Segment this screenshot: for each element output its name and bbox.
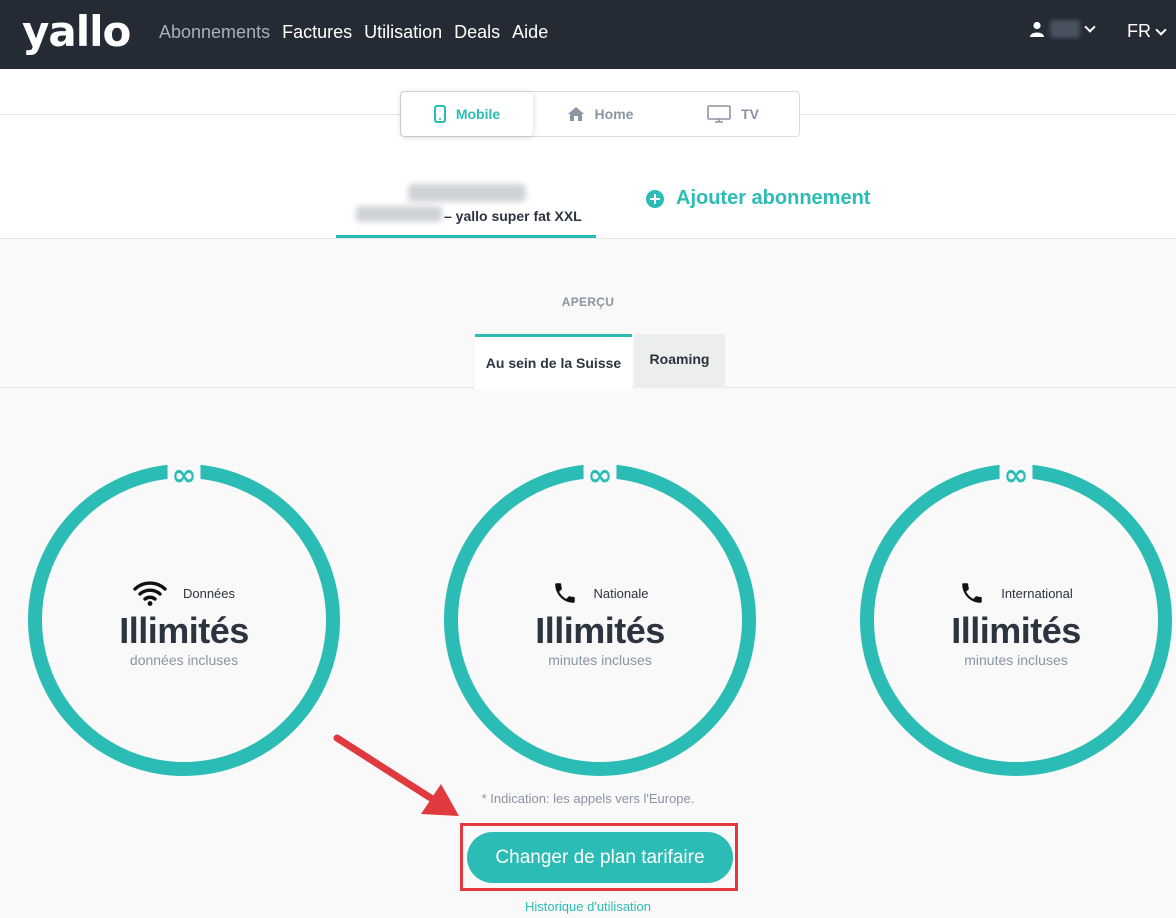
infinity-icon: ∞ — [167, 461, 201, 491]
tab-label: Mobile — [455, 106, 501, 122]
national-gauge: ∞ Nationale Illimités minutes incluses — [444, 461, 756, 776]
gauge-value: Illimités — [535, 610, 665, 651]
tab-mobile[interactable]: Mobile — [401, 92, 533, 136]
add-subscription-label: Ajouter abonnement — [676, 187, 871, 209]
user-menu[interactable] — [1030, 20, 1096, 38]
change-plan-button[interactable]: Changer de plan tarifaire — [467, 832, 733, 883]
nav-factures[interactable]: Factures — [282, 21, 352, 43]
plan-name: – yallo super fat XXL — [444, 208, 582, 224]
user-icon — [1030, 21, 1044, 37]
tab-tv[interactable]: TV — [667, 92, 799, 136]
phone-icon — [554, 583, 575, 603]
subscriber-name-redacted — [408, 184, 526, 202]
add-subscription-button[interactable]: Ajouter abonnement — [646, 187, 870, 210]
chevron-down-icon — [1084, 21, 1096, 33]
data-gauge: ∞ Données Illimités données incluses — [28, 461, 340, 776]
user-name-redacted — [1050, 20, 1080, 38]
chevron-down-icon — [1155, 23, 1167, 36]
language-selector[interactable]: FR — [1127, 21, 1167, 42]
gauge-label-text: Nationale — [593, 585, 649, 601]
overview-title: APERÇU — [561, 295, 615, 309]
wifi-icon — [133, 581, 167, 606]
language-label: FR — [1127, 21, 1151, 41]
house-icon — [567, 107, 584, 121]
gauge-subtitle: minutes incluses — [964, 652, 1068, 668]
infinity-icon: ∞ — [583, 461, 617, 491]
nav-utilisation[interactable]: Utilisation — [364, 21, 442, 43]
phone-icon — [962, 583, 982, 603]
tab-home[interactable]: Home — [533, 92, 667, 136]
nav-deals[interactable]: Deals — [454, 21, 500, 43]
nav-abonnements[interactable]: Abonnements — [159, 21, 270, 43]
gauge-subtitle: minutes incluses — [548, 652, 652, 668]
phone-number-redacted — [356, 206, 442, 222]
tab-roaming[interactable]: Roaming — [634, 334, 725, 388]
active-tab-underline — [336, 235, 596, 238]
infinity-icon: ∞ — [999, 461, 1033, 491]
gauge-label: Données — [42, 580, 326, 606]
plus-circle-icon — [646, 189, 664, 208]
footnote: * Indication: les appels vers l'Europe. — [481, 791, 695, 806]
international-gauge: ∞ International Illimités minutes inclus… — [860, 461, 1172, 776]
top-navigation-bar: yallo Abonnements Factures Utilisation D… — [0, 0, 1176, 69]
tab-label: Home — [594, 106, 634, 122]
smartphone-icon — [433, 105, 446, 123]
tab-within-switzerland[interactable]: Au sein de la Suisse — [475, 334, 632, 389]
service-tabs: Mobile Home TV — [400, 91, 800, 137]
usage-history-link[interactable]: Historique d'utilisation — [0, 899, 1176, 914]
gauge-value: Illimités — [119, 610, 249, 651]
annotation-arrow-icon — [333, 734, 459, 816]
gauge-subtitle: données incluses — [129, 652, 239, 668]
gauge-label-text: Données — [182, 585, 236, 601]
main-nav: Abonnements Factures Utilisation Deals A… — [159, 21, 548, 43]
subscription-tab[interactable]: – yallo super fat XXL — [336, 178, 596, 238]
yallo-logo[interactable]: yallo — [22, 10, 131, 54]
gauge-label: Nationale — [458, 580, 742, 606]
gauge-label: International — [874, 580, 1158, 606]
tab-label: TV — [741, 106, 759, 122]
gauge-label-text: International — [1001, 585, 1073, 601]
gauge-value: Illimités — [951, 610, 1081, 651]
monitor-icon — [707, 105, 731, 123]
nav-aide[interactable]: Aide — [512, 21, 548, 43]
